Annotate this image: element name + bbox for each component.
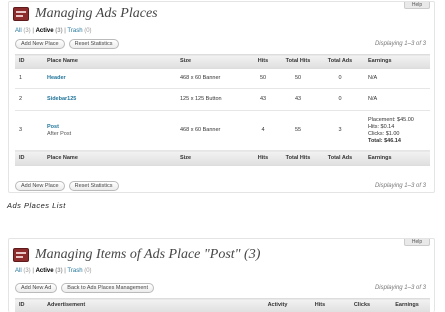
filter-all[interactable]: All (3) xyxy=(15,268,31,274)
filter-trash[interactable]: Trash (0) xyxy=(67,268,91,274)
top-toolbar: Add New Ad Back to Ads Places Management xyxy=(15,283,154,293)
ads-places-panel: Help Managing Ads Places All (3) | Activ… xyxy=(8,1,435,193)
row-size: 468 x 60 Banner xyxy=(176,110,246,151)
ads-items-panel: Help Managing Items of Ads Place "Post" … xyxy=(8,238,435,312)
back-to-places-button[interactable]: Back to Ads Places Management xyxy=(61,283,154,293)
table-row: 1 Header 468 x 60 Banner 50 50 0 N/A xyxy=(15,68,430,89)
row-total-hits: 43 xyxy=(280,88,316,111)
filter-active[interactable]: Active (3) xyxy=(36,28,63,34)
col-earnings[interactable]: Earnings xyxy=(364,54,430,69)
displaying-count: Displaying 1–3 of 3 xyxy=(374,285,426,291)
col-id[interactable]: ID xyxy=(15,298,43,312)
help-tab[interactable]: Help xyxy=(404,2,430,9)
col-total-hits[interactable]: Total Hits xyxy=(280,150,316,166)
status-filters: All (3) | Active (3) | Trash (0) xyxy=(15,268,92,274)
page-header: Managing Ads Places xyxy=(13,6,158,22)
col-earnings[interactable]: Earnings xyxy=(384,298,430,312)
row-size: 125 x 125 Button xyxy=(176,88,246,111)
ads-plugin-icon xyxy=(13,7,29,21)
row-total-hits: 50 xyxy=(280,68,316,89)
table-row: 3 Post After Post 468 x 60 Banner 4 55 3… xyxy=(15,110,430,151)
displaying-count: Displaying 1–3 of 3 xyxy=(374,41,426,47)
place-name-link[interactable]: Sidebar125 xyxy=(47,96,76,102)
table-row: 2 Sidebar125 125 x 125 Button 43 43 0 N/… xyxy=(15,88,430,111)
col-clicks[interactable]: Clicks xyxy=(340,298,384,312)
col-size[interactable]: Size xyxy=(176,150,246,166)
earnings-total: Total: $46.14 xyxy=(368,137,401,144)
row-hits: 43 xyxy=(246,88,280,111)
page-header: Managing Items of Ads Place "Post" (3) xyxy=(13,247,260,263)
ads-table: ID Advertisement Activity Hits Clicks Ea… xyxy=(15,298,430,312)
table-header-row: ID Advertisement Activity Hits Clicks Ea… xyxy=(15,298,430,312)
filter-active[interactable]: Active (3) xyxy=(36,268,63,274)
col-total-ads[interactable]: Total Ads xyxy=(316,150,364,166)
add-new-ad-button[interactable]: Add New Ad xyxy=(15,283,58,293)
col-id[interactable]: ID xyxy=(15,54,43,69)
col-place-name[interactable]: Place Name xyxy=(43,150,176,166)
col-earnings[interactable]: Earnings xyxy=(364,150,430,166)
filter-all[interactable]: All (3) xyxy=(15,28,31,34)
page-title: Managing Items of Ads Place "Post" (3) xyxy=(35,247,261,262)
bottom-toolbar: Add New Place Reset Statistics xyxy=(15,181,119,191)
place-description: After Post xyxy=(47,130,72,137)
earnings-clicks: Clicks: $1.00 xyxy=(368,130,400,137)
row-earnings: N/A xyxy=(364,88,430,111)
row-total-ads: 3 xyxy=(316,110,364,151)
col-size[interactable]: Size xyxy=(176,54,246,69)
col-hits[interactable]: Hits xyxy=(300,298,340,312)
displaying-count: Displaying 1–3 of 3 xyxy=(374,183,426,189)
table-footer-row: ID Place Name Size Hits Total Hits Total… xyxy=(15,150,430,166)
col-id[interactable]: ID xyxy=(15,150,43,166)
screenshot-caption: Ads Places List xyxy=(7,201,66,210)
col-hits[interactable]: Hits xyxy=(246,150,280,166)
page-title: Managing Ads Places xyxy=(35,6,158,21)
col-total-ads[interactable]: Total Ads xyxy=(316,54,364,69)
add-new-place-button[interactable]: Add New Place xyxy=(15,39,65,49)
reset-statistics-button[interactable]: Reset Statistics xyxy=(68,39,119,49)
place-name-link[interactable]: Header xyxy=(47,75,66,81)
status-filters: All (3) | Active (3) | Trash (0) xyxy=(15,28,92,34)
row-id: 3 xyxy=(15,110,43,151)
earnings-placement: Placement: $45.00 xyxy=(368,116,414,123)
places-table: ID Place Name Size Hits Total Hits Total… xyxy=(15,54,430,166)
row-earnings: N/A xyxy=(364,68,430,89)
help-tab[interactable]: Help xyxy=(404,239,430,246)
row-earnings: Placement: $45.00 Hits: $0.14 Clicks: $1… xyxy=(364,110,430,151)
col-advertisement[interactable]: Advertisement xyxy=(43,298,255,312)
table-header-row: ID Place Name Size Hits Total Hits Total… xyxy=(15,54,430,69)
reset-statistics-button[interactable]: Reset Statistics xyxy=(68,181,119,191)
col-hits[interactable]: Hits xyxy=(246,54,280,69)
filter-trash[interactable]: Trash (0) xyxy=(67,28,91,34)
row-hits: 50 xyxy=(246,68,280,89)
ads-plugin-icon xyxy=(13,248,29,262)
row-hits: 4 xyxy=(246,110,280,151)
row-total-hits: 55 xyxy=(280,110,316,151)
col-place-name[interactable]: Place Name xyxy=(43,54,176,69)
row-id: 1 xyxy=(15,68,43,89)
col-activity[interactable]: Activity xyxy=(255,298,300,312)
col-total-hits[interactable]: Total Hits xyxy=(280,54,316,69)
add-new-place-button[interactable]: Add New Place xyxy=(15,181,65,191)
top-toolbar: Add New Place Reset Statistics xyxy=(15,39,119,49)
row-size: 468 x 60 Banner xyxy=(176,68,246,89)
row-total-ads: 0 xyxy=(316,88,364,111)
row-id: 2 xyxy=(15,88,43,111)
row-total-ads: 0 xyxy=(316,68,364,89)
earnings-hits: Hits: $0.14 xyxy=(368,123,395,130)
place-name-link[interactable]: Post xyxy=(47,124,59,130)
